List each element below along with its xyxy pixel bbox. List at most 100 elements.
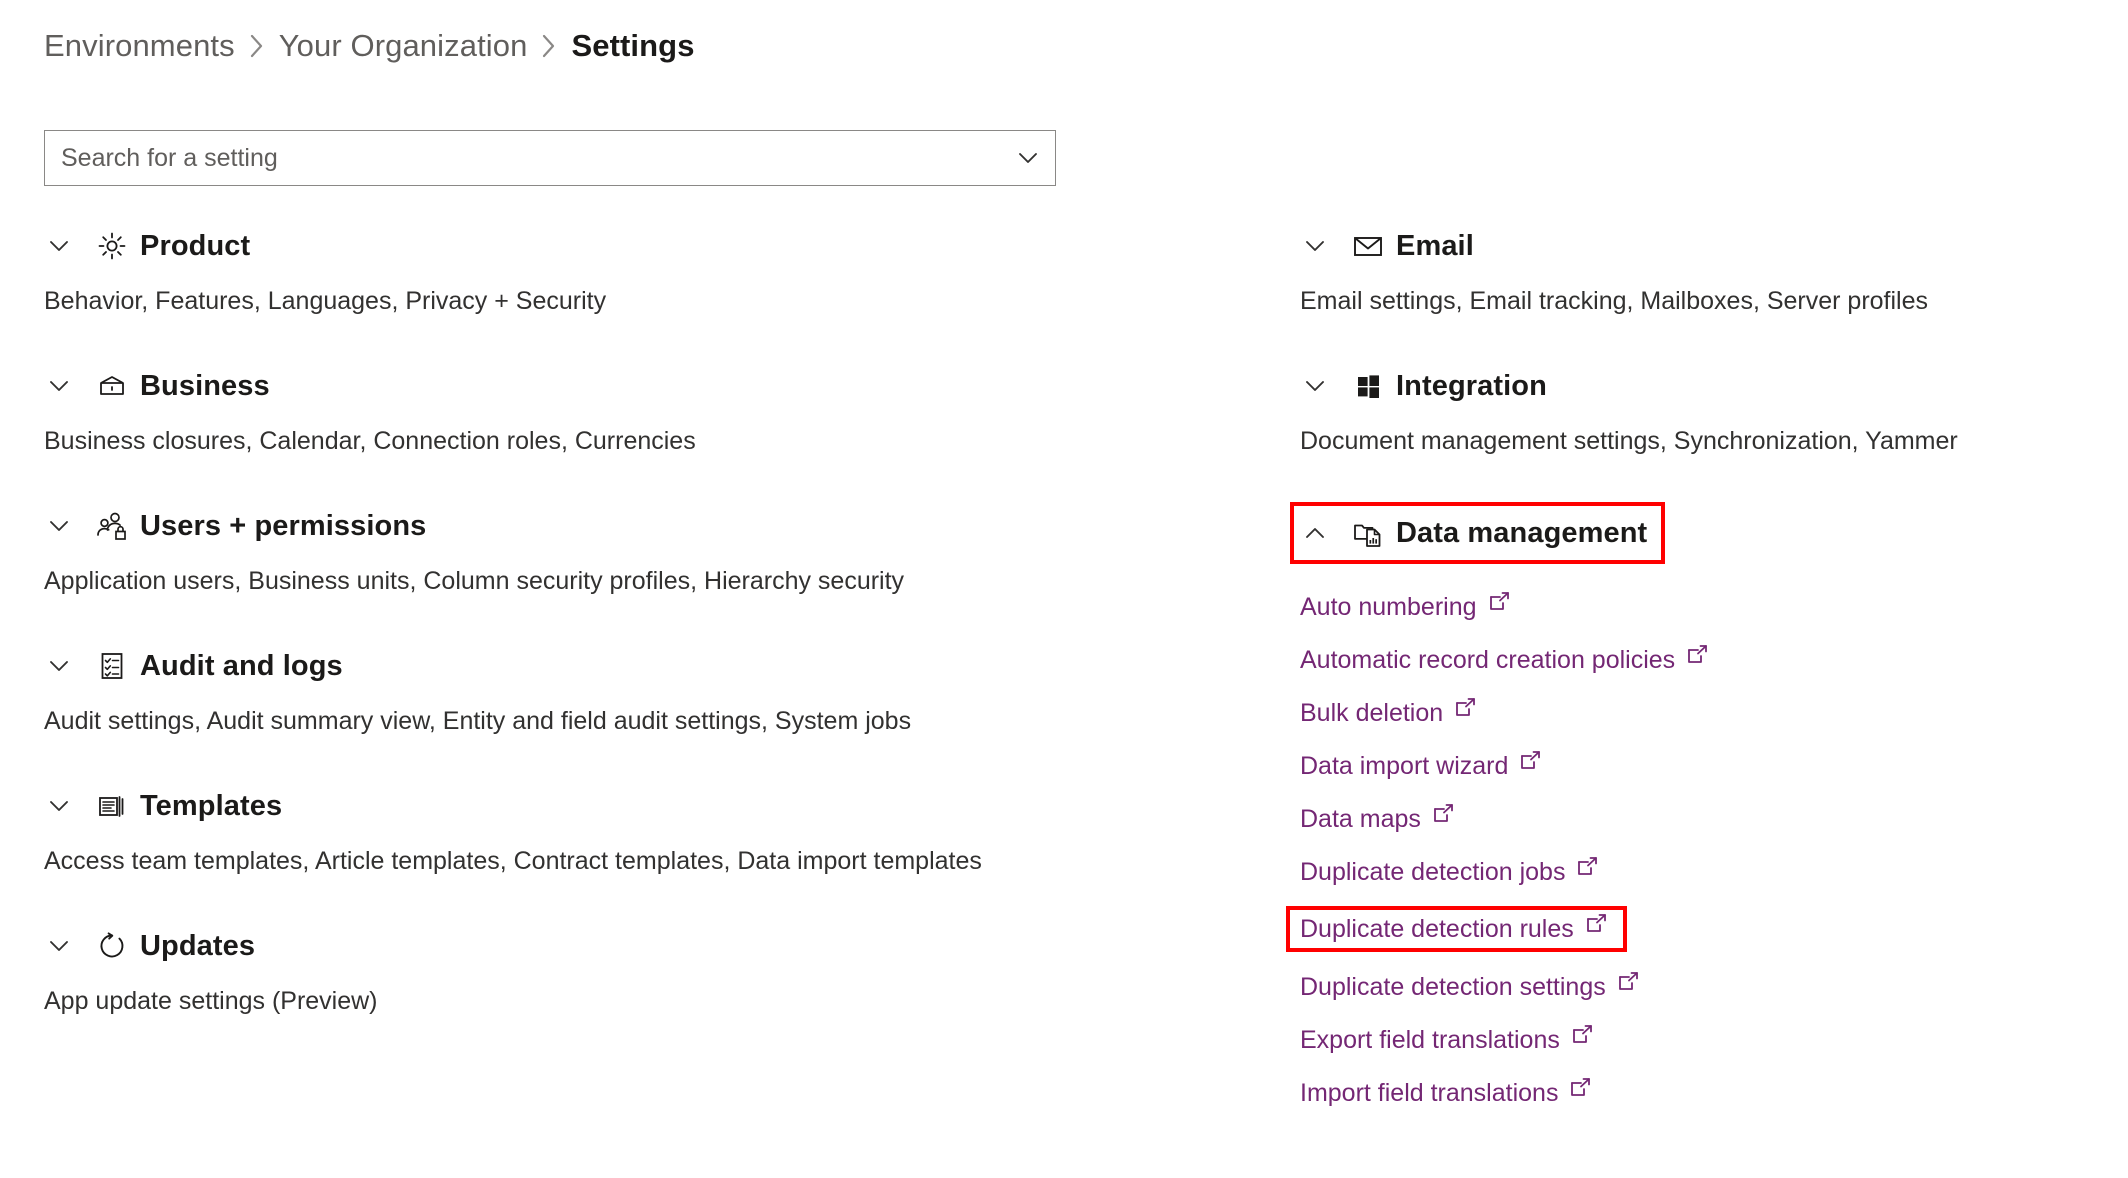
settings-group-title: Updates <box>140 930 256 962</box>
external-link-icon <box>1569 1076 1591 1106</box>
list-item: Export field translations <box>1300 1013 2090 1066</box>
external-link-icon <box>1454 696 1476 726</box>
link-duplicate-detection-jobs[interactable]: Duplicate detection jobs <box>1300 855 1598 887</box>
link-label: Duplicate detection rules <box>1300 915 1574 943</box>
chevron-down-icon[interactable] <box>1300 371 1346 401</box>
chevron-down-icon[interactable] <box>44 651 90 681</box>
breadcrumb: Environments Your Organization Settings <box>44 24 695 68</box>
link-label: Data import wizard <box>1300 751 1509 780</box>
link-duplicate-detection-settings[interactable]: Duplicate detection settings <box>1300 971 1639 1002</box>
settings-group-users-permissions: Users + permissions Application users, B… <box>44 502 1204 598</box>
settings-group-description: App update settings (Preview) <box>44 987 378 1015</box>
link-data-import-wizard[interactable]: Data import wizard <box>1300 749 1541 781</box>
settings-group-title: Templates <box>140 790 283 822</box>
windows-grid-icon <box>1346 371 1390 401</box>
list-item: Bulk deletion <box>1300 686 2090 739</box>
settings-group-audit-and-logs-header[interactable]: Audit and logs <box>44 642 1204 690</box>
settings-group-business: Business Business closures, Calendar, Co… <box>44 362 1204 458</box>
chevron-down-icon[interactable] <box>44 791 90 821</box>
settings-group-email-header[interactable]: Email <box>1300 222 2090 270</box>
list-item: Duplicate detection rules <box>1286 898 2090 960</box>
settings-group-business-header[interactable]: Business <box>44 362 1204 410</box>
settings-group-integration: Integration Document management settings… <box>1300 362 2090 458</box>
list-item: Automatic record creation policies <box>1300 633 2090 686</box>
settings-group-title: Business <box>140 370 270 402</box>
list-item: Duplicate detection jobs <box>1300 845 2090 898</box>
link-automatic-record-creation-policies[interactable]: Automatic record creation policies <box>1300 643 1708 675</box>
settings-group-description: Business closures, Calendar, Connection … <box>44 427 696 455</box>
settings-group-updates-header[interactable]: Updates <box>44 922 1204 970</box>
chevron-down-icon[interactable] <box>44 511 90 541</box>
link-label: Bulk deletion <box>1300 698 1444 727</box>
link-import-field-translations[interactable]: Import field translations <box>1300 1076 1591 1108</box>
settings-column-right: Email Email settings, Email tracking, Ma… <box>1286 222 2090 1119</box>
settings-group-users-permissions-header[interactable]: Users + permissions <box>44 502 1204 550</box>
settings-column-left: Product Behavior, Features, Languages, P… <box>44 222 1204 1018</box>
data-management-links: Auto numbering Automatic record creation… <box>1286 580 2090 1119</box>
link-duplicate-detection-rules[interactable]: Duplicate detection rules <box>1300 914 1607 944</box>
link-label: Auto numbering <box>1300 592 1477 621</box>
link-label: Duplicate detection jobs <box>1300 857 1566 886</box>
settings-group-title: Users + permissions <box>140 510 427 542</box>
chevron-right-icon <box>540 32 558 60</box>
settings-group-title: Integration <box>1396 370 1547 402</box>
list-item: Data import wizard <box>1300 739 2090 792</box>
settings-group-audit-and-logs: Audit and logs Audit settings, Audit sum… <box>44 642 1204 738</box>
breadcrumb-item-environments[interactable]: Environments <box>44 24 235 68</box>
link-label: Import field translations <box>1300 1078 1559 1107</box>
briefcase-icon <box>90 370 134 402</box>
chevron-down-icon[interactable] <box>44 931 90 961</box>
link-label: Export field translations <box>1300 1025 1560 1054</box>
settings-group-templates: Templates Access team templates, Article… <box>44 782 1204 878</box>
list-item: Auto numbering <box>1300 580 2090 633</box>
chevron-up-icon[interactable] <box>1300 518 1346 548</box>
settings-group-product: Product Behavior, Features, Languages, P… <box>44 222 1204 318</box>
settings-group-description: Email settings, Email tracking, Mailboxe… <box>1300 287 1929 315</box>
link-label: Data maps <box>1300 804 1421 833</box>
list-item: Data maps <box>1300 792 2090 845</box>
settings-group-integration-header[interactable]: Integration <box>1300 362 2090 410</box>
settings-group-title: Product <box>140 230 251 262</box>
settings-group-title: Email <box>1396 230 1474 262</box>
settings-group-templates-header[interactable]: Templates <box>44 782 1204 830</box>
chevron-down-icon[interactable] <box>1300 231 1346 261</box>
external-link-icon <box>1576 855 1598 885</box>
external-link-icon <box>1488 590 1510 620</box>
settings-group-description: Application users, Business units, Colum… <box>44 567 905 595</box>
search-setting-combobox[interactable] <box>44 130 1056 186</box>
settings-group-data-management-header[interactable]: Data management <box>1300 516 1647 550</box>
external-link-icon <box>1686 643 1708 673</box>
link-bulk-deletion[interactable]: Bulk deletion <box>1300 696 1476 728</box>
link-export-field-translations[interactable]: Export field translations <box>1300 1023 1593 1055</box>
settings-group-product-header[interactable]: Product <box>44 222 1204 270</box>
settings-group-description: Document management settings, Synchroniz… <box>1300 427 1958 455</box>
external-link-icon <box>1519 749 1541 779</box>
settings-group-description: Audit settings, Audit summary view, Enti… <box>44 707 912 735</box>
folder-chart-icon <box>1346 517 1390 549</box>
settings-group-description: Access team templates, Article templates… <box>44 847 982 875</box>
settings-group-description: Behavior, Features, Languages, Privacy +… <box>44 287 607 315</box>
envelope-icon <box>1346 231 1390 261</box>
external-link-icon <box>1585 912 1607 942</box>
link-auto-numbering[interactable]: Auto numbering <box>1300 590 1510 622</box>
settings-group-data-management: Data management Auto numbering Automatic… <box>1286 502 2090 1119</box>
breadcrumb-item-your-organization[interactable]: Your Organization <box>279 24 528 68</box>
list-item: Duplicate detection settings <box>1300 960 2090 1013</box>
external-link-icon <box>1571 1023 1593 1053</box>
chevron-down-icon[interactable] <box>44 231 90 261</box>
external-link-icon <box>1432 802 1454 832</box>
link-data-maps[interactable]: Data maps <box>1300 802 1454 834</box>
search-input[interactable] <box>45 131 1001 185</box>
checklist-icon <box>90 650 134 682</box>
breadcrumb-item-settings: Settings <box>571 28 695 63</box>
list-item: Import field translations <box>1300 1066 2090 1119</box>
users-lock-icon <box>90 510 134 542</box>
documents-stack-icon <box>90 790 134 822</box>
link-label: Automatic record creation policies <box>1300 645 1676 674</box>
chevron-right-icon <box>248 32 266 60</box>
settings-group-updates: Updates App update settings (Preview) <box>44 922 1204 1018</box>
refresh-circle-icon <box>90 930 134 962</box>
chevron-down-icon[interactable] <box>44 371 90 401</box>
link-label: Duplicate detection settings <box>1300 972 1606 1001</box>
chevron-down-icon[interactable] <box>1001 131 1055 185</box>
